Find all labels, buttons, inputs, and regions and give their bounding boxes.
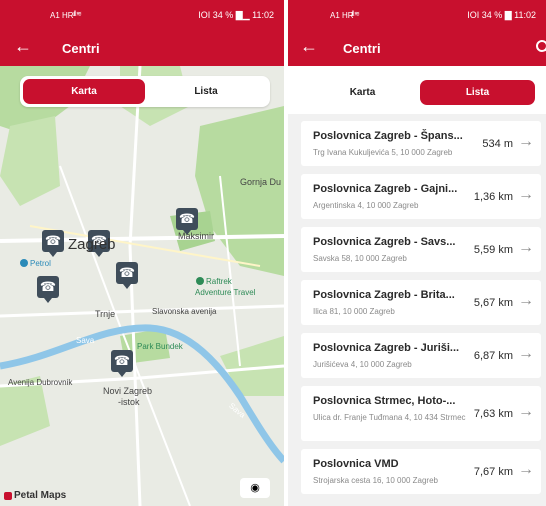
arrow-right-icon: → — [518, 292, 534, 309]
list-item[interactable]: Poslovnica Zagreb - Gajni... Argentinska… — [301, 174, 541, 219]
arrow-right-icon: → — [518, 461, 534, 478]
map-label: Avenija Dubrovnik — [8, 378, 73, 387]
branch-address: Argentinska 4, 10 000 Zagreb — [313, 201, 419, 210]
list-item[interactable]: Poslovnica Zagreb - Brita... Ilica 81, 1… — [301, 280, 541, 325]
eye-icon[interactable]: ◉ — [240, 478, 270, 498]
map-label: Raftrek — [206, 277, 232, 286]
page-title: Centri — [62, 41, 100, 56]
map-label: Sava — [76, 336, 95, 345]
map-label: Petrol — [30, 259, 51, 268]
list-item[interactable]: Poslovnica Zagreb - Juriši... Jurišićeva… — [301, 333, 541, 378]
list-item[interactable]: Poslovnica VMD Strojarska cesta 16, 10 0… — [301, 449, 541, 494]
branch-distance: 6,87 km — [473, 350, 513, 362]
branch-pin-icon[interactable]: ☎ — [176, 208, 198, 235]
signal-icon: .ıll ≋ — [72, 11, 82, 18]
branch-address: Jurišićeva 4, 10 000 Zagreb — [313, 360, 412, 369]
arrow-right-icon: → — [518, 133, 534, 150]
branch-distance: 534 m — [482, 138, 513, 150]
petal-logo-icon — [4, 492, 12, 500]
arrow-right-icon: → — [518, 239, 534, 256]
branch-name: Poslovnica Zagreb - Brita... — [313, 289, 455, 301]
app-bar: ← Centri — [288, 30, 546, 66]
map-label: Zagreb — [68, 236, 116, 253]
tab-lista[interactable]: Lista — [420, 80, 535, 105]
branch-name: Poslovnica Zagreb - Juriši... — [313, 342, 460, 354]
branch-name: Poslovnica VMD — [313, 458, 399, 470]
page-title: Centri — [343, 41, 381, 56]
branch-address: Strojarska cesta 16, 10 000 Zagreb — [313, 476, 438, 485]
map-label: Gornja Du — [240, 177, 282, 187]
battery-clock: ΙΟΙ 34 % ▇▁ 11:02 — [198, 10, 274, 20]
branch-address: Savska 58, 10 000 Zagreb — [313, 254, 407, 263]
map-label: Park Bundek — [137, 342, 183, 351]
back-arrow-icon[interactable]: ← — [300, 37, 318, 55]
poi-icon — [196, 277, 204, 285]
app-bar: ← Centri — [0, 30, 284, 66]
search-icon[interactable] — [536, 40, 546, 52]
branch-name: Poslovnica Strmec, Hoto-... — [313, 395, 456, 407]
arrow-right-icon: → — [518, 186, 534, 203]
branch-pin-icon[interactable]: ☎ — [42, 230, 64, 257]
status-bar: A1 HR .ıll ≋ ΙΟΙ 34 % ▇ 11:02 — [288, 0, 546, 30]
branch-distance: 7,67 km — [473, 466, 513, 478]
fuel-station-icon — [20, 259, 28, 267]
branch-distance: 1,36 km — [473, 191, 513, 203]
view-toggle: Karta Lista — [302, 77, 538, 108]
status-bar: A1 HR .ıll ≋ ΙΟΙ 34 % ▇▁ 11:02 — [0, 0, 284, 30]
map-attribution: Petal Maps — [14, 490, 67, 501]
map-label: Maksimir — [178, 231, 214, 241]
branch-distance: 5,67 km — [473, 297, 513, 309]
branch-pin-icon[interactable]: ☎ — [37, 276, 59, 303]
map-label: -istok — [118, 397, 140, 407]
list-item[interactable]: Poslovnica Strmec, Hoto-... Ulica dr. Fr… — [301, 386, 541, 441]
map-screen: A1 HR .ıll ≋ ΙΟΙ 34 % ▇▁ 11:02 ← Centri — [0, 0, 284, 506]
tab-karta[interactable]: Karta — [23, 79, 145, 104]
map-view[interactable]: ☎ ☎ ☎ ☎ ☎ ☎ Gornja Du Maksimir Zagreb Pe… — [0, 65, 284, 506]
tab-karta[interactable]: Karta — [305, 80, 420, 105]
arrow-right-icon: → — [518, 403, 534, 420]
branch-name: Poslovnica Zagreb - Savs... — [313, 236, 456, 248]
branch-pin-icon[interactable]: ☎ — [116, 262, 138, 289]
branch-address: Ulica dr. Franje Tuđmana 4, 10 434 Strme… — [313, 413, 466, 422]
map-label: Novi Zagreb — [103, 386, 153, 396]
signal-icon: .ıll ≋ — [350, 11, 360, 18]
map-label: Trnje — [95, 309, 116, 319]
branch-name: Poslovnica Zagreb - Gajni... — [313, 183, 458, 195]
branch-distance: 7,63 km — [473, 408, 513, 420]
tab-lista[interactable]: Lista — [145, 79, 267, 104]
branch-address: Trg Ivana Kukuljevića 5, 10 000 Zagreb — [313, 148, 453, 157]
arrow-right-icon: → — [518, 345, 534, 362]
operator-label: A1 HR — [50, 11, 74, 20]
battery-clock: ΙΟΙ 34 % ▇ 11:02 — [467, 10, 536, 20]
branch-distance: 5,59 km — [473, 244, 513, 256]
branch-address: Ilica 81, 10 000 Zagreb — [313, 307, 395, 316]
branch-name: Poslovnica Zagreb - Špans... — [313, 130, 463, 142]
view-toggle: Karta Lista — [20, 76, 270, 107]
map-label: Slavonska avenija — [152, 307, 217, 316]
list-screen: A1 HR .ıll ≋ ΙΟΙ 34 % ▇ 11:02 ← Centri K… — [288, 0, 546, 506]
back-arrow-icon[interactable]: ← — [14, 37, 32, 55]
branch-pin-icon[interactable]: ☎ — [111, 350, 133, 377]
list-item[interactable]: Poslovnica Zagreb - Špans... Trg Ivana K… — [301, 121, 541, 166]
list-item[interactable]: Poslovnica Zagreb - Savs... Savska 58, 1… — [301, 227, 541, 272]
map-label: Adventure Travel — [195, 288, 256, 297]
